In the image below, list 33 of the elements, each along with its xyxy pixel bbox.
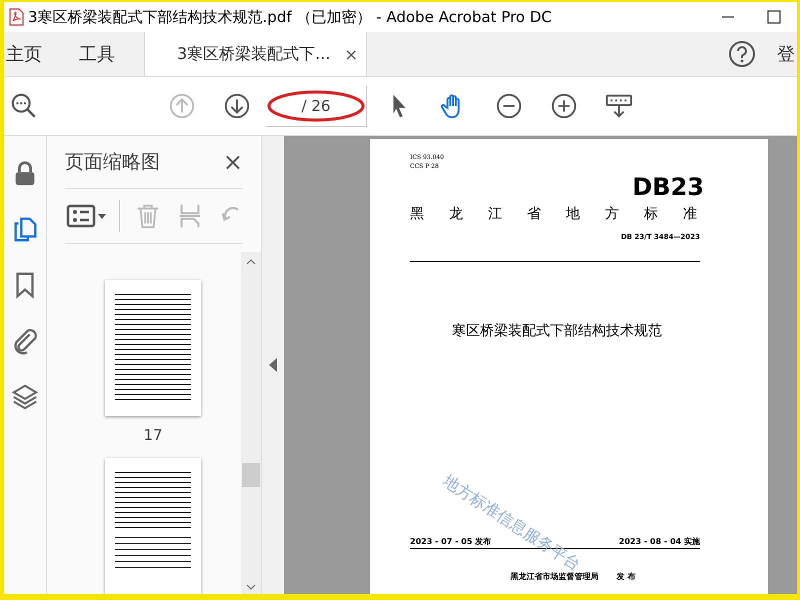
nav-tab[interactable]: 工具 [75,32,132,76]
help-icon[interactable] [727,39,757,69]
page-number: 17 [143,426,163,444]
issuer-action: 发 布 [616,571,636,582]
close-panel-button[interactable]: × [222,148,243,176]
page-count: / 26 [302,96,330,114]
sign-in-link[interactable]: 登 [777,42,795,66]
scroll-down-icon[interactable] [246,584,256,590]
panel-title: 页面缩略图 [65,150,160,175]
keyboard-icon[interactable] [605,92,633,120]
standard-logo: DB23 [632,173,704,201]
search-icon[interactable] [10,92,38,120]
zoom-out-icon[interactable] [495,92,523,120]
effective-date: 2023 - 08 - 04 实施 [618,536,700,547]
layers-icon[interactable] [11,382,39,412]
window-title: 3寒区桥梁装配式下部结构技术规范.pdf （已加密） - Adobe Acrobat Pro DC [28,8,552,26]
page-thumbnail[interactable] [105,280,201,416]
scrollbar[interactable] [241,252,261,594]
pdf-file-icon [8,8,24,26]
close-tab-button[interactable]: × [344,44,358,64]
zoom-in-icon[interactable] [550,92,578,120]
issue-date: 2023 - 07 - 05 发布 [410,536,492,547]
document-title: 寒区桥梁装配式下部结构技术规范 [452,322,662,340]
page-thumbnail[interactable] [105,458,201,594]
document-tab-title: 3寒区桥梁装配式下... [177,44,330,64]
scrollbar-thumb[interactable] [242,463,260,487]
issuer-name: 黑龙江省市场监督管理局 [510,571,599,582]
collapse-panel-icon[interactable] [269,358,277,372]
document-tab[interactable]: 3寒区桥梁装配式下... × [144,32,367,76]
scroll-up-icon[interactable] [246,259,256,265]
page-down-icon[interactable] [223,92,251,120]
nav-tab[interactable]: 主页 [4,32,75,76]
standard-category: 黑龙江省地方标准 [410,205,721,223]
